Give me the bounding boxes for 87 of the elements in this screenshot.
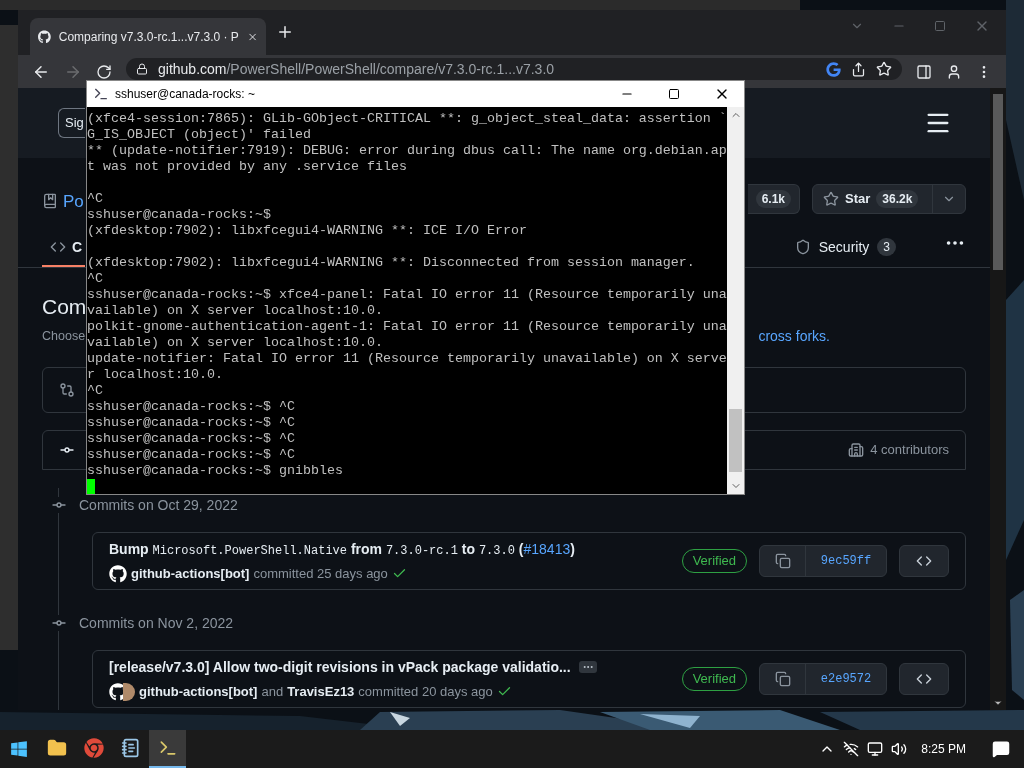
terminal-line: sshuser@canada-rocks:~$ ^C: [87, 399, 295, 415]
copy-icon: [774, 671, 791, 687]
commit-date: Commits on Nov 2, 2022: [79, 613, 234, 633]
windows-icon: [10, 740, 28, 758]
address-field[interactable]: github.com/PowerShell/PowerShell/compare/v7.3.0-rc.1...v7.3.0: [126, 58, 902, 80]
browse-code-button[interactable]: [899, 545, 949, 577]
taskbar-app[interactable]: [149, 730, 186, 768]
commit-meta: and: [261, 682, 284, 701]
scrollbar-thumb[interactable]: [729, 409, 742, 472]
commit-title: [release/v7.3.0] Allow two-digit revisions in vPack package validatio...: [109, 657, 571, 677]
tab-counter: 3: [877, 238, 896, 256]
terminal-line: sshuser@canada-rocks:~$ ^C: [87, 447, 295, 463]
page-heading: Com: [42, 294, 87, 320]
organization-icon: [848, 442, 865, 458]
terminal-line: (xfdesktop:7902): libxfcegui4-WARNING **: Disconnected from session manager.: [87, 255, 695, 271]
bookmark-icon[interactable]: [876, 61, 892, 77]
url-text: github.com/PowerShell/PowerShell/compare/v7.3.0-rc.1...v7.3.0: [158, 59, 556, 79]
author-link[interactable]: TravisEz13: [287, 681, 355, 702]
author-link[interactable]: github-actions[bot]: [139, 681, 258, 702]
share-icon[interactable]: [851, 61, 866, 77]
terminal-line: (xfdesktop:7902): libxfcegui4-WARNING **: ICE I/O Error: [87, 223, 527, 239]
issue-link[interactable]: #18413: [523, 540, 571, 557]
notifications-icon[interactable]: [992, 740, 1010, 758]
terminal-line: ^C: [87, 271, 103, 287]
terminal-line: ^C: [87, 191, 103, 207]
maximize-icon[interactable]: [668, 88, 680, 100]
commit-meta: committed 25 days ago: [253, 564, 388, 583]
browse-code-button[interactable]: [899, 663, 949, 695]
repo-icon: [42, 193, 58, 210]
terminal-line: t was not provided by any .service files: [87, 159, 407, 175]
app-icon: [93, 86, 109, 102]
expand-button[interactable]: [578, 661, 597, 674]
google-icon[interactable]: [826, 61, 841, 77]
terminal-line: update-notifier: Fatal IO error 11 (Resource temporarily unavailable) on X serve: [87, 351, 727, 367]
shield-icon: [794, 239, 811, 255]
terminal-line: ** (update-notifier:7919): DEBUG: error during dbus call: The name org.debian.ap: [87, 143, 727, 159]
compare-icon: [59, 382, 75, 398]
copy-icon: [774, 553, 791, 569]
commit-title: Bump Microsoft.PowerShell.Native from 7.3.0-rc.1 to 7.3.0 (#18413): [109, 539, 575, 560]
fork-count: 6.1k: [755, 190, 791, 208]
network-off-icon[interactable]: [843, 741, 860, 757]
github-icon: [38, 28, 51, 45]
code-icon: [50, 239, 66, 255]
commit-date: Commits on Oct 29, 2022: [79, 495, 238, 515]
volume-icon[interactable]: [891, 741, 908, 757]
forks-link[interactable]: cross forks.: [758, 326, 830, 347]
new-tab-icon[interactable]: [276, 23, 294, 41]
star-count: 36.2k: [876, 190, 919, 208]
terminal-line: ^C: [87, 383, 103, 399]
network-icon[interactable]: [867, 741, 884, 757]
browser-tab[interactable]: Comparing v7.3.0-rc.1...v7.3.0 · P: [30, 18, 266, 55]
terminal-line: G_IS_OBJECT (object)' failed: [87, 127, 311, 143]
window-title: sshuser@canada-rocks: ~: [115, 86, 255, 103]
terminal-line: polkit-gnome-authentication-agent-1: Fatal IO error 11 (Resource temporarily una: [87, 319, 727, 335]
terminal-line: sshuser@canada-rocks:~$ ^C: [87, 415, 295, 431]
lock-icon: [136, 63, 148, 75]
code-icon: [916, 671, 932, 687]
clock[interactable]: 8:25 PM: [915, 740, 972, 758]
notepad-icon: [120, 738, 141, 758]
star-icon: [823, 191, 839, 207]
scroll-down-icon[interactable]: [993, 698, 1003, 708]
repo-tab[interactable]: Security 3: [786, 229, 904, 267]
avatar-icon: [109, 564, 127, 583]
terminal-line: (xfce4-session:7865): GLib-GObject-CRITICAL **: g_object_steal_data: assertion `: [87, 111, 727, 127]
terminal-line: sshuser@canada-rocks:~$: [87, 207, 271, 223]
scrollbar-thumb[interactable]: [993, 94, 1003, 270]
profile-icon[interactable]: [946, 63, 962, 80]
reload-icon[interactable]: [96, 63, 112, 80]
repo-link[interactable]: Po: [63, 188, 84, 214]
side-panel-icon[interactable]: [916, 63, 932, 80]
page-subtitle: Choose: [42, 328, 86, 346]
terminal-line: vailable) on X server localhost:10.0.: [87, 303, 383, 319]
contributors-count: 4 contributors: [870, 441, 949, 460]
folder-icon: [46, 738, 67, 758]
commit-meta: committed 20 days ago: [358, 682, 493, 701]
sign-in-button[interactable]: Sig: [58, 108, 85, 138]
chrome-icon: [83, 738, 104, 758]
terminal-line: sshuser@canada-rocks:~$ ^C: [87, 431, 295, 447]
terminal-line: sshuser@canada-rocks:~$ gnibbles: [87, 463, 343, 479]
star-button[interactable]: Star 36.2k: [813, 185, 933, 213]
code-icon: [916, 553, 932, 569]
terminal-line: sshuser@canada-rocks:~$ xfce4-panel: Fatal IO error 11 (Resource temporarily una: [87, 287, 727, 303]
fork-button[interactable]: 6.1k: [747, 184, 800, 214]
terminal-line: r localhost:10.0.: [87, 367, 223, 383]
terminal-line: vailable) on X server localhost:10.0.: [87, 335, 383, 351]
author-link[interactable]: github-actions[bot]: [131, 563, 250, 584]
tab-title: Comparing v7.3.0-rc.1...v7.3.0 · P: [58, 28, 239, 46]
